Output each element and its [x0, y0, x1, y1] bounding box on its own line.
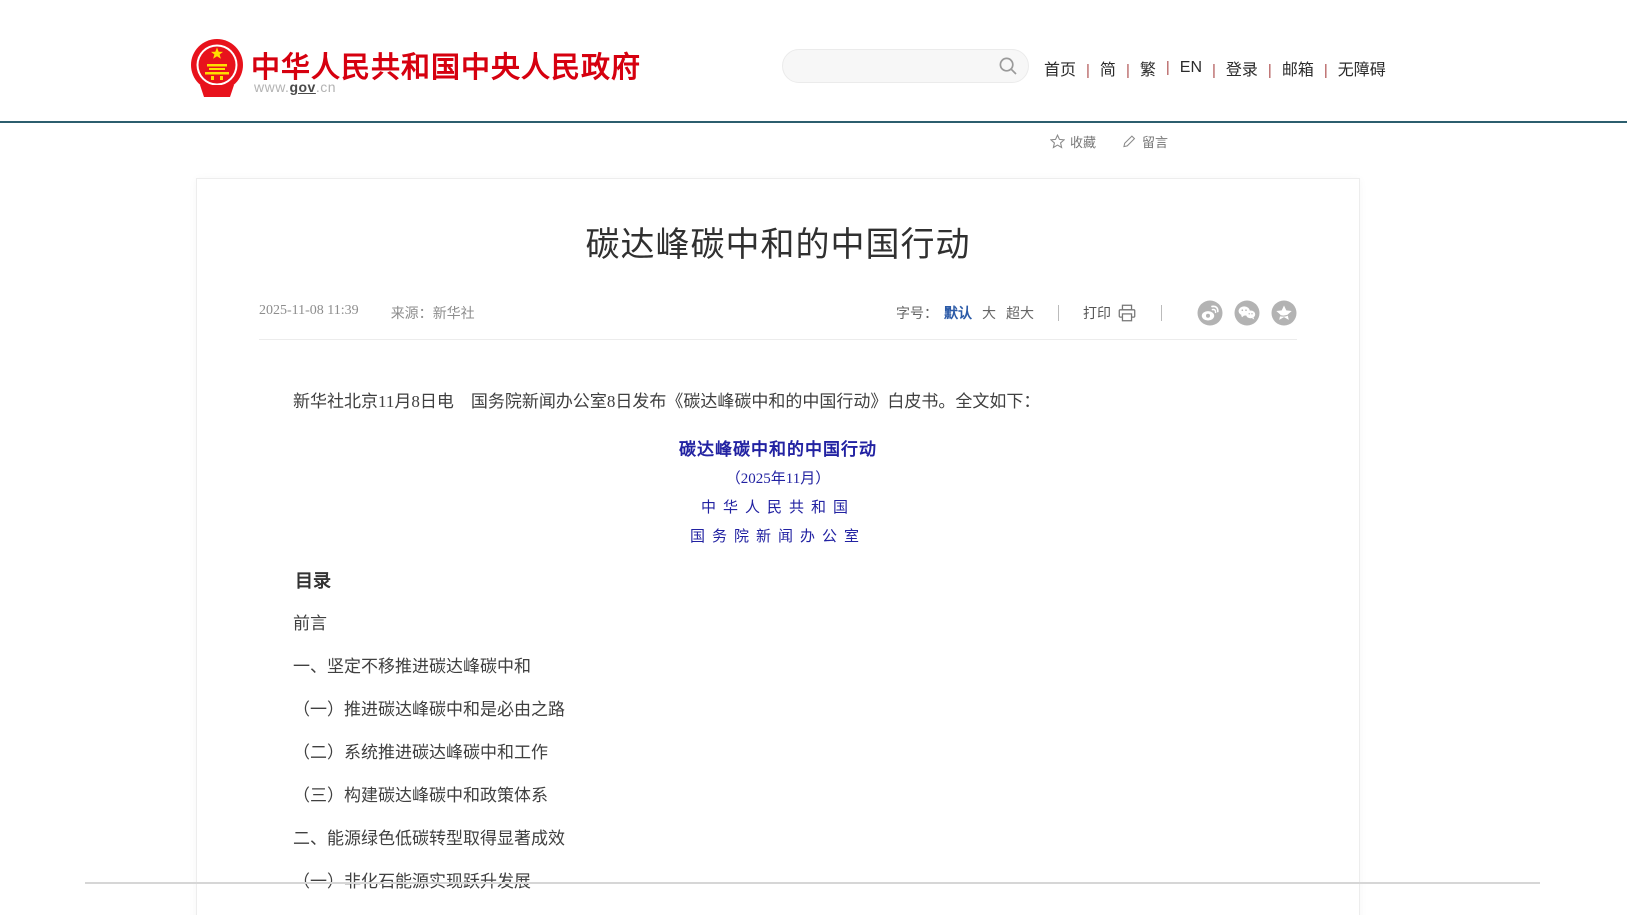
article-source: 来源：新华社: [391, 303, 475, 323]
national-emblem-logo: [190, 38, 244, 98]
divider: [1161, 305, 1162, 321]
nav-link[interactable]: EN: [1156, 59, 1202, 77]
nav-link[interactable]: 登录: [1202, 56, 1258, 80]
toc-item: （三）构建碳达峰碳中和政策体系: [259, 786, 1297, 806]
header-divider: [0, 121, 1627, 123]
nav-link[interactable]: 无障碍: [1314, 56, 1386, 80]
document-title: 碳达峰碳中和的中国行动: [259, 440, 1297, 460]
font-size-option[interactable]: 超大: [1006, 303, 1034, 323]
document-org-line2: 国务院新闻办公室: [259, 527, 1297, 547]
document-heading: 碳达峰碳中和的中国行动 （2025年11月） 中华人民共和国 国务院新闻办公室: [259, 440, 1297, 547]
favorite-label: 收藏: [1070, 132, 1096, 151]
share-weibo-icon[interactable]: [1197, 300, 1223, 326]
toc-title: 目录: [259, 571, 1297, 591]
star-icon: [1050, 134, 1065, 149]
toc-item: 一、坚定不移推进碳达峰碳中和: [259, 657, 1297, 677]
toc-item: 二、能源绿色低碳转型取得显著成效: [259, 829, 1297, 849]
page-tools: 收藏 留言: [1050, 132, 1168, 151]
article-container: 碳达峰碳中和的中国行动 2025-11-08 11:39 来源：新华社 字号： …: [196, 178, 1360, 915]
font-size-options: 默认大超大: [944, 303, 1034, 323]
print-label: 打印: [1083, 303, 1111, 323]
pencil-icon: [1122, 134, 1137, 149]
favorite-button[interactable]: 收藏: [1050, 132, 1096, 151]
divider: [1058, 305, 1059, 321]
document-org-line1: 中华人民共和国: [259, 498, 1297, 518]
article-body: 新华社北京11月8日电 国务院新闻办公室8日发布《碳达峰碳中和的中国行动》白皮书…: [259, 390, 1297, 892]
nav-link[interactable]: 简: [1076, 56, 1116, 80]
document-date: （2025年11月）: [259, 469, 1297, 489]
page: 中华人民共和国中央人民政府 www.gov.cn 首页简繁EN登录邮箱无障碍 收…: [0, 0, 1627, 915]
comment-label: 留言: [1142, 132, 1168, 151]
table-of-contents: 前言一、坚定不移推进碳达峰碳中和 （一）推进碳达峰碳中和是必由之路 （二）系统推进碳…: [259, 614, 1297, 892]
bottom-divider: [85, 882, 1540, 884]
nav-link[interactable]: 繁: [1116, 56, 1156, 80]
toc-item: （一）推进碳达峰碳中和是必由之路: [259, 700, 1297, 720]
comment-button[interactable]: 留言: [1122, 132, 1168, 151]
site-header: 中华人民共和国中央人民政府 www.gov.cn 首页简繁EN登录邮箱无障碍: [0, 0, 1627, 122]
share-qzone-icon[interactable]: [1271, 300, 1297, 326]
article-meta: 2025-11-08 11:39 来源：新华社 字号： 默认大超大 打印: [259, 300, 1297, 340]
font-size-option[interactable]: 默认: [944, 303, 972, 323]
toc-item: （二）系统推进碳达峰碳中和工作: [259, 743, 1297, 763]
font-size-option[interactable]: 大: [982, 303, 996, 323]
site-url[interactable]: www.gov.cn: [254, 79, 336, 95]
search-box: [782, 49, 1029, 83]
nav-link[interactable]: 首页: [1044, 56, 1076, 80]
toc-item: 前言: [259, 614, 1297, 634]
print-button[interactable]: 打印: [1083, 303, 1137, 323]
nav-link[interactable]: 邮箱: [1258, 56, 1314, 80]
search-icon[interactable]: [998, 56, 1018, 76]
top-nav: 首页简繁EN登录邮箱无障碍: [1044, 56, 1386, 80]
article-title: 碳达峰碳中和的中国行动: [259, 225, 1297, 266]
intro-paragraph: 新华社北京11月8日电 国务院新闻办公室8日发布《碳达峰碳中和的中国行动》白皮书…: [259, 390, 1297, 414]
publish-date: 2025-11-08 11:39: [259, 303, 359, 323]
search-input[interactable]: [797, 53, 991, 81]
share-wechat-icon[interactable]: [1234, 300, 1260, 326]
font-size-label: 字号：: [896, 303, 938, 323]
printer-icon: [1117, 303, 1137, 323]
